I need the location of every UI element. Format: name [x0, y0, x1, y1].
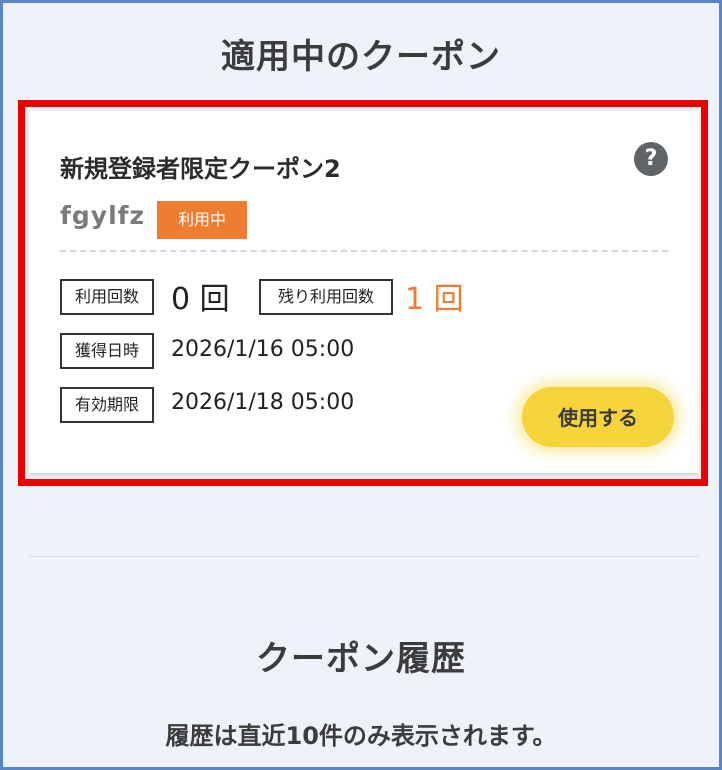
highlight-box	[18, 100, 708, 486]
screen-frame: 適用中のクーポン 新規登録者限定クーポン2 ? fgylfz 利用中 利用回数 …	[0, 0, 722, 770]
section-separator	[29, 556, 699, 557]
active-coupons-title: 適用中のクーポン	[221, 37, 501, 77]
coupon-history-title: クーポン履歴	[256, 639, 466, 679]
history-note: 履歴は直近10件のみ表示されます。	[165, 722, 557, 750]
